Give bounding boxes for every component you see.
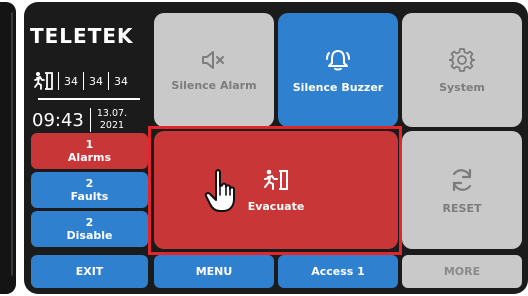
alarms-count: 1 [85,138,94,151]
faults-button[interactable]: 2 Faults [31,172,148,208]
clock-separator [89,108,91,132]
system-button[interactable]: System [402,13,522,127]
alarms-label: Alarms [67,151,112,164]
menu-button[interactable]: MENU [154,255,274,288]
evacuate-label: Evacuate [247,199,305,213]
exit-label: EXIT [75,265,104,278]
disable-label: Disable [66,229,113,242]
silence-alarm-button[interactable]: Silence Alarm [154,13,274,127]
refresh-icon [452,168,472,191]
menu-label: MENU [195,265,233,278]
faults-label: Faults [70,190,109,203]
reset-label: RESET [442,201,482,215]
adjacent-panel-edge [0,2,16,294]
speaker-muted-icon [202,50,224,69]
faults-count: 2 [85,177,94,190]
brand-logo: TELETEK [30,24,134,48]
zone-status-row: 34 34 34 [32,70,133,92]
exit-button[interactable]: EXIT [31,255,148,288]
gear-icon [449,47,475,72]
zone-count-1: 34 [64,74,78,88]
access-level-label: Access 1 [311,265,365,278]
silence-buzzer-label: Silence Buzzer [292,80,384,94]
panel-edge-highlight [11,12,13,276]
evacuate-button[interactable]: Evacuate [154,131,398,249]
evacuation-running-man-icon [264,169,288,190]
bell-ringing-icon [326,49,350,70]
alarms-button[interactable]: 1 Alarms [31,133,148,169]
disable-count: 2 [85,216,94,229]
more-label: MORE [443,265,481,278]
silence-alarm-label: Silence Alarm [171,78,257,92]
clock-date-day-month: 13.07. [96,108,128,119]
zone-count-2: 34 [89,74,103,88]
disable-button[interactable]: 2 Disable [31,211,148,247]
silence-buzzer-button[interactable]: Silence Buzzer [278,13,398,127]
clock-date: 13.07. 2021 [97,108,127,132]
evacuation-running-man-icon [34,72,53,90]
hand-pointer-icon [204,169,235,212]
status-divider [38,98,140,100]
clock-display: 09:43 13.07. 2021 [32,106,127,134]
system-label: System [439,80,485,94]
reset-button[interactable]: RESET [402,131,522,249]
access-level-button[interactable]: Access 1 [278,255,398,288]
clock-date-year: 2021 [99,120,125,131]
zone-count-3: 34 [114,74,128,88]
clock-time: 09:43 [32,109,84,131]
more-button[interactable]: MORE [402,255,522,288]
